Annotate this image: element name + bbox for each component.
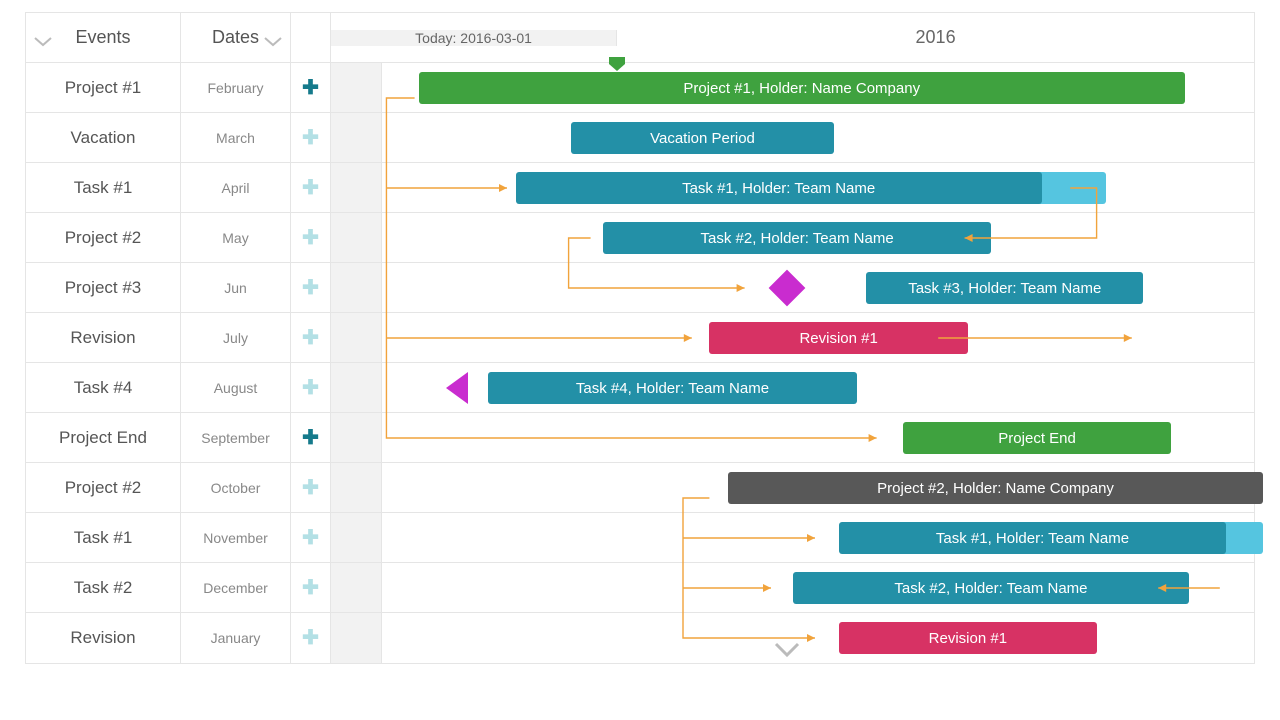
chevron-down-icon[interactable] xyxy=(34,32,52,44)
row-event-label: Project #2 xyxy=(26,213,181,262)
gantt-row: RevisionJanuary ✚ Revision #1 xyxy=(26,613,1254,663)
expand-row-button[interactable]: ✚ xyxy=(291,613,331,663)
expand-row-button[interactable]: ✚ xyxy=(291,413,331,462)
milestone-diamond-icon[interactable] xyxy=(769,270,806,307)
plus-icon: ✚ xyxy=(302,628,319,648)
gantt-bar[interactable]: Task #2, Holder: Team Name xyxy=(793,572,1190,604)
row-date-label: November xyxy=(181,513,291,562)
plus-icon: ✚ xyxy=(302,428,319,448)
gantt-chart: Events Dates Today: 2016-03-01 2016 Proj… xyxy=(25,12,1255,664)
row-event-label: Revision xyxy=(26,613,181,663)
plus-icon: ✚ xyxy=(302,378,319,398)
plus-icon: ✚ xyxy=(302,328,319,348)
gantt-bar[interactable]: Revision #1 xyxy=(839,622,1097,654)
row-date-label: Jun xyxy=(181,263,291,312)
gantt-bar[interactable]: Task #1, Holder: Team Name xyxy=(839,522,1227,554)
row-date-label: December xyxy=(181,563,291,612)
expand-row-button[interactable]: ✚ xyxy=(291,563,331,612)
gantt-row: RevisionJuly ✚ Revision #1 xyxy=(26,313,1254,363)
expand-row-button[interactable]: ✚ xyxy=(291,513,331,562)
plus-icon: ✚ xyxy=(302,278,319,298)
gantt-row: Project #2May ✚ Task #2, Holder: Team Name xyxy=(26,213,1254,263)
row-event-label: Project #3 xyxy=(26,263,181,312)
row-date-label: January xyxy=(181,613,291,663)
row-timeline: Task #2, Holder: Team Name xyxy=(331,213,1254,262)
row-date-label: May xyxy=(181,213,291,262)
today-label: Today: 2016-03-01 xyxy=(331,30,617,46)
row-timeline: Task #1, Holder: Team Name xyxy=(331,163,1254,212)
row-event-label: Task #1 xyxy=(26,163,181,212)
gantt-row: Task #4August ✚ Task #4, Holder: Team Name xyxy=(26,363,1254,413)
row-timeline: Task #3, Holder: Team Name xyxy=(331,263,1254,312)
expand-row-button[interactable]: ✚ xyxy=(291,463,331,512)
gantt-bar[interactable]: Revision #1 xyxy=(709,322,967,354)
gantt-row: Project EndSeptember✚Project End xyxy=(26,413,1254,463)
plus-icon: ✚ xyxy=(302,228,319,248)
row-event-label: Revision xyxy=(26,313,181,362)
gantt-bar[interactable]: Vacation Period xyxy=(571,122,834,154)
plus-icon: ✚ xyxy=(302,78,319,98)
plus-icon: ✚ xyxy=(302,178,319,198)
expand-row-button[interactable]: ✚ xyxy=(291,163,331,212)
timeline-header: Today: 2016-03-01 2016 xyxy=(331,13,1254,62)
row-timeline: Project #2, Holder: Name Company xyxy=(331,463,1254,512)
row-event-label: Project #2 xyxy=(26,463,181,512)
chevron-down-icon[interactable] xyxy=(774,642,800,663)
year-label: 2016 xyxy=(617,27,1254,48)
expand-row-button[interactable]: ✚ xyxy=(291,113,331,162)
gantt-bar[interactable]: Task #4, Holder: Team Name xyxy=(488,372,857,404)
row-date-label: September xyxy=(181,413,291,462)
gantt-row: Task #1April ✚ Task #1, Holder: Team Name xyxy=(26,163,1254,213)
row-date-label: October xyxy=(181,463,291,512)
dates-column-header[interactable]: Dates xyxy=(181,13,291,62)
gantt-bar[interactable]: Project End xyxy=(903,422,1171,454)
gantt-row: Task #2December ✚ Task #2, Holder: Team Na… xyxy=(26,563,1254,613)
row-event-label: Task #4 xyxy=(26,363,181,412)
gantt-bar[interactable]: Project #2, Holder: Name Company xyxy=(728,472,1263,504)
gantt-bar[interactable]: Project #1, Holder: Name Company xyxy=(419,72,1185,104)
row-event-label: Task #1 xyxy=(26,513,181,562)
plus-icon: ✚ xyxy=(302,528,319,548)
row-date-label: July xyxy=(181,313,291,362)
row-date-label: March xyxy=(181,113,291,162)
gantt-row: VacationMarch ✚ Vacation Period xyxy=(26,113,1254,163)
row-date-label: February xyxy=(181,63,291,112)
row-timeline: Project #1, Holder: Name Company xyxy=(331,63,1254,112)
row-event-label: Task #2 xyxy=(26,563,181,612)
row-timeline: Task #4, Holder: Team Name xyxy=(331,363,1254,412)
row-timeline: Task #2, Holder: Team Name xyxy=(331,563,1254,612)
row-event-label: Vacation xyxy=(26,113,181,162)
gantt-row: Project #2October ✚ Project #2, Holder: Na… xyxy=(26,463,1254,513)
gantt-bar[interactable]: Task #2, Holder: Team Name xyxy=(603,222,991,254)
row-event-label: Project #1 xyxy=(26,63,181,112)
dates-header-label: Dates xyxy=(212,27,259,48)
plus-icon: ✚ xyxy=(302,128,319,148)
row-timeline: Vacation Period xyxy=(331,113,1254,162)
events-header-label: Events xyxy=(75,27,130,48)
gantt-row: Project #1February ✚ Project #1, Holder: N… xyxy=(26,63,1254,113)
expand-row-button[interactable]: ✚ xyxy=(291,63,331,112)
expand-column-header xyxy=(291,13,331,62)
gantt-row: Task #1November ✚ Task #1, Holder: Team Na… xyxy=(26,513,1254,563)
row-event-label: Project End xyxy=(26,413,181,462)
chevron-down-icon[interactable] xyxy=(264,32,282,44)
row-timeline: Task #1, Holder: Team Name xyxy=(331,513,1254,562)
plus-icon: ✚ xyxy=(302,578,319,598)
gantt-bar[interactable]: Task #3, Holder: Team Name xyxy=(866,272,1143,304)
row-date-label: August xyxy=(181,363,291,412)
gantt-bar[interactable]: Task #1, Holder: Team Name xyxy=(516,172,1042,204)
row-date-label: April xyxy=(181,163,291,212)
gantt-header-row: Events Dates Today: 2016-03-01 2016 xyxy=(26,13,1254,63)
events-column-header[interactable]: Events xyxy=(26,13,181,62)
expand-row-button[interactable]: ✚ xyxy=(291,213,331,262)
expand-row-button[interactable]: ✚ xyxy=(291,263,331,312)
back-arrow-icon xyxy=(446,372,468,404)
plus-icon: ✚ xyxy=(302,478,319,498)
gantt-row: Project #3Jun ✚ Task #3, Holder: Team Name xyxy=(26,263,1254,313)
expand-row-button[interactable]: ✚ xyxy=(291,363,331,412)
row-timeline: Project End xyxy=(331,413,1254,462)
row-timeline: Revision #1 xyxy=(331,313,1254,362)
expand-row-button[interactable]: ✚ xyxy=(291,313,331,362)
